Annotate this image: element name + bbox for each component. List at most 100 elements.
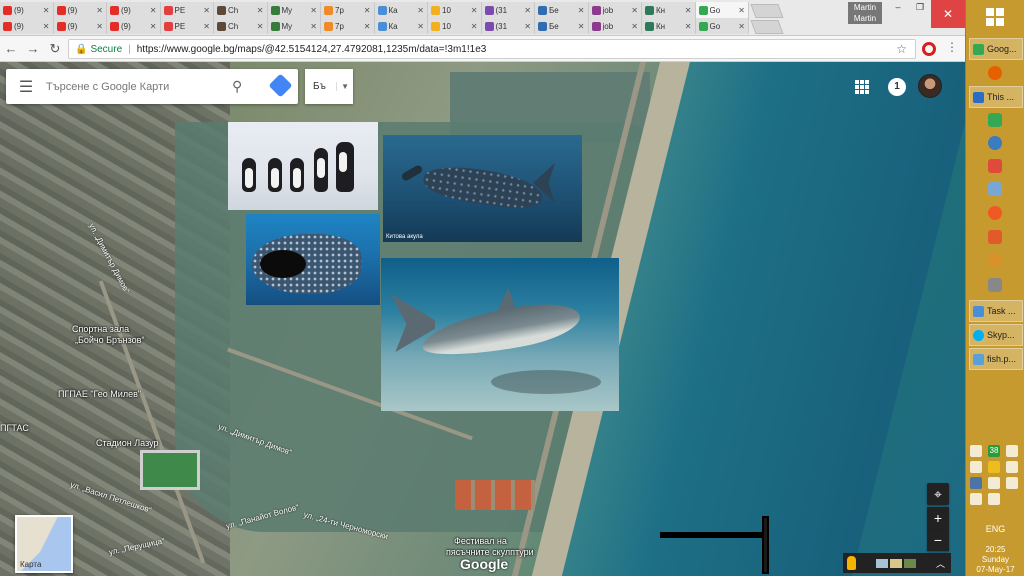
new-tab-button[interactable]	[750, 20, 784, 34]
browser-tab[interactable]: Ch ✕	[214, 18, 268, 34]
back-icon[interactable]: ←	[0, 41, 22, 56]
close-window-icon[interactable]: ✕	[931, 0, 965, 28]
whale-shark-photo[interactable]: Китова акула	[383, 135, 582, 242]
avatar[interactable]	[918, 74, 942, 98]
search-icon[interactable]: ⚲	[232, 78, 242, 95]
zoom-in-button[interactable]: +	[927, 507, 949, 529]
windows-start-icon[interactable]	[986, 8, 1004, 26]
tray-icon[interactable]	[970, 461, 982, 473]
browser-tab[interactable]: Бе ✕	[535, 2, 589, 18]
browser-tab[interactable]: job ✕	[588, 18, 642, 34]
omnibox[interactable]: 🔒 Secure | https://www.google.bg/maps/@4…	[68, 39, 916, 59]
directions-icon[interactable]	[268, 73, 293, 98]
tab-close-icon[interactable]: ✕	[257, 6, 264, 15]
taskbar-item-this-pc[interactable]: This ...	[969, 86, 1023, 108]
tray-icon[interactable]	[970, 445, 982, 457]
headphones-icon[interactable]	[988, 254, 1002, 268]
map-label[interactable]: Стадион Лазур	[96, 438, 159, 448]
tab-close-icon[interactable]: ✕	[364, 22, 371, 31]
search-input[interactable]	[46, 80, 226, 93]
browser-tab[interactable]: My ✕	[267, 18, 321, 34]
menu-icon[interactable]: ☰	[6, 77, 46, 97]
tiger-shark-photo[interactable]	[381, 258, 619, 411]
tab-close-icon[interactable]: ✕	[203, 22, 210, 31]
tab-close-icon[interactable]: ✕	[417, 6, 424, 15]
tab-close-icon[interactable]: ✕	[150, 6, 157, 15]
browser-tab[interactable]: Бе ✕	[535, 18, 589, 34]
browser-tab[interactable]: (9) ✕	[53, 18, 107, 34]
tab-close-icon[interactable]: ✕	[631, 6, 638, 15]
penguins-photo[interactable]	[228, 122, 378, 210]
paint-icon[interactable]	[988, 159, 1002, 173]
browser-tab[interactable]: (9) ✕	[107, 18, 161, 34]
forward-icon[interactable]: →	[22, 41, 44, 56]
tray-icon[interactable]	[988, 477, 1000, 489]
tab-close-icon[interactable]: ✕	[257, 22, 264, 31]
input-language[interactable]: ENG	[966, 524, 1024, 534]
tab-close-icon[interactable]: ✕	[43, 22, 50, 31]
profile-button[interactable]: Martin Martin	[848, 2, 882, 24]
chevron-up-icon[interactable]: ︿	[936, 557, 945, 570]
tab-close-icon[interactable]: ✕	[150, 22, 157, 31]
bookmark-star-icon[interactable]: ☆	[896, 42, 907, 56]
printer-icon[interactable]	[988, 278, 1002, 292]
browser-tab[interactable]: (31 ✕	[481, 18, 535, 34]
new-tab-button[interactable]	[750, 4, 784, 18]
volume-icon[interactable]	[988, 493, 1000, 505]
bluetooth-icon[interactable]	[970, 477, 982, 489]
browser-tab[interactable]: (9) ✕	[0, 2, 54, 18]
browser-tab[interactable]: (9) ✕	[0, 18, 54, 34]
browser-tab[interactable]: 10 ✕	[428, 2, 482, 18]
tab-close-icon[interactable]: ✕	[471, 22, 478, 31]
url-text[interactable]: https://www.google.bg/maps/@42.5154124,2…	[137, 44, 487, 55]
map-label[interactable]: „Бойчо Брънзов“	[75, 335, 144, 345]
browser-tab[interactable]: job ✕	[588, 2, 642, 18]
browser-tab[interactable]: (9) ✕	[53, 2, 107, 18]
map-label[interactable]: Спортна зала	[72, 324, 129, 334]
tab-close-icon[interactable]: ✕	[578, 6, 585, 15]
map-label[interactable]: ПГПАЕ "Гео Милев"	[58, 389, 141, 399]
tab-close-icon[interactable]: ✕	[631, 22, 638, 31]
browser-tab[interactable]: My ✕	[267, 2, 321, 18]
tab-close-icon[interactable]: ✕	[738, 6, 745, 15]
browser-tab[interactable]: 10 ✕	[428, 18, 482, 34]
taskbar-item-fish[interactable]: fish.p...	[969, 348, 1023, 370]
browser-menu-icon[interactable]: ⋮	[946, 40, 958, 54]
browser-tab[interactable]: PE ✕	[160, 2, 214, 18]
tab-close-icon[interactable]: ✕	[685, 22, 692, 31]
tab-close-icon[interactable]: ✕	[310, 22, 317, 31]
browser-tab[interactable]: Go ✕	[695, 2, 749, 18]
firefox-icon[interactable]	[988, 66, 1002, 80]
drive-icon[interactable]	[988, 113, 1002, 127]
browser-tab[interactable]: Go ✕	[695, 18, 749, 34]
language-select[interactable]: Бъ ▼	[305, 69, 353, 104]
map-type-toggle[interactable]: Карта	[15, 515, 73, 573]
browser-tab[interactable]: Кн ✕	[642, 2, 696, 18]
browser-tab[interactable]: (9) ✕	[107, 2, 161, 18]
taskbar-item-chrome[interactable]: Goog...	[969, 38, 1023, 60]
apps-grid-icon[interactable]	[855, 80, 869, 94]
my-location-icon[interactable]: ⌖	[927, 483, 949, 505]
minimize-icon[interactable]: –	[887, 0, 909, 14]
tray-icon[interactable]	[988, 461, 1000, 473]
browser-tab[interactable]: 7p ✕	[321, 18, 375, 34]
browser-tab[interactable]: (31 ✕	[481, 2, 535, 18]
tab-close-icon[interactable]: ✕	[578, 22, 585, 31]
tray-icon[interactable]	[1006, 461, 1018, 473]
pegman-icon[interactable]	[847, 556, 856, 570]
map-label[interactable]: Фестивал на	[454, 536, 507, 546]
restore-icon[interactable]: ❐	[909, 0, 931, 14]
taskbar-item-skype[interactable]: Skyp...	[969, 324, 1023, 346]
globe-icon[interactable]	[988, 136, 1002, 150]
tab-close-icon[interactable]: ✕	[471, 6, 478, 15]
tab-close-icon[interactable]: ✕	[685, 6, 692, 15]
browser-tab[interactable]: Ка ✕	[374, 2, 428, 18]
layer-thumbnails[interactable]	[876, 558, 916, 568]
browser-tab[interactable]: 7p ✕	[321, 2, 375, 18]
zoom-out-button[interactable]: −	[927, 529, 949, 551]
satellite-map[interactable]: Спортна зала „Бойчо Брънзов“ ПГПАЕ "Гео …	[0, 62, 965, 576]
clock[interactable]: 20:25 Sunday 07-May-17	[966, 545, 1024, 575]
browser-tab[interactable]: Кн ✕	[642, 18, 696, 34]
whale-shark-mouth-photo[interactable]	[246, 214, 380, 305]
user-icon[interactable]	[988, 182, 1002, 196]
